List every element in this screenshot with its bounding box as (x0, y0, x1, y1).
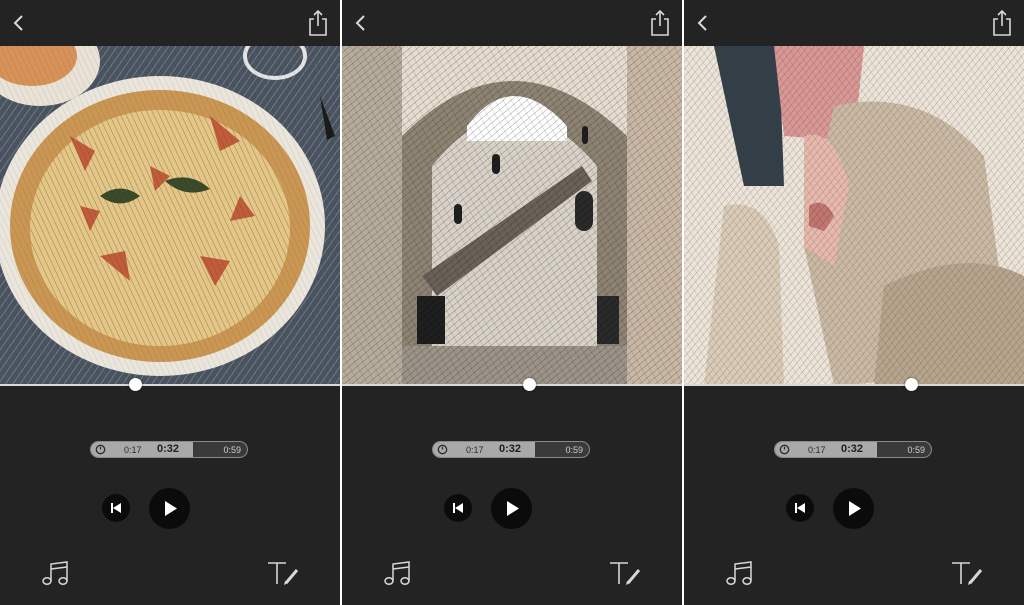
duration-max-label: 0:59 (223, 445, 241, 455)
play-icon (507, 501, 519, 516)
timer-icon (95, 444, 106, 455)
share-button[interactable] (306, 8, 330, 38)
duration-min-label: 0:17 (124, 445, 142, 455)
back-button[interactable] (8, 10, 30, 36)
text-edit-button[interactable] (608, 559, 644, 587)
text-edit-icon (952, 562, 983, 585)
timer-icon (779, 444, 790, 455)
duration-current-value: 0:32 (143, 442, 193, 457)
text-edit-button[interactable] (950, 559, 986, 587)
music-button[interactable] (382, 559, 414, 587)
timer-icon (437, 444, 448, 455)
share-icon (309, 9, 327, 36)
skip-to-start-icon (453, 503, 463, 513)
play-button[interactable] (833, 488, 874, 529)
text-edit-button[interactable] (266, 559, 302, 587)
editor-screen-archway: 0:17 0:32 0:59 (342, 0, 682, 605)
share-button[interactable] (990, 8, 1014, 38)
music-note-icon (384, 561, 410, 585)
duration-current-value: 0:32 (827, 442, 877, 457)
text-edit-icon (268, 562, 299, 585)
scrubber-track[interactable] (684, 384, 1024, 386)
play-icon (849, 501, 861, 516)
play-button[interactable] (491, 488, 532, 529)
skip-to-start-icon (795, 503, 805, 513)
scrubber-knob[interactable] (523, 378, 536, 391)
music-button[interactable] (40, 559, 72, 587)
back-button[interactable] (692, 10, 714, 36)
music-button[interactable] (724, 559, 756, 587)
chevron-left-icon (355, 15, 365, 31)
music-note-icon (726, 561, 752, 585)
chevron-left-icon (13, 15, 23, 31)
scrubber-knob[interactable] (905, 378, 918, 391)
text-edit-icon (610, 562, 641, 585)
top-bar (342, 0, 682, 46)
duration-slider[interactable]: 0:17 0:32 0:59 (774, 441, 932, 458)
chevron-left-icon (697, 15, 707, 31)
skip-to-start-button[interactable] (102, 494, 130, 522)
editor-screen-pizza: 0:17 0:32 0:59 (0, 0, 340, 605)
share-icon (651, 9, 669, 36)
scrubber-track[interactable] (0, 384, 340, 386)
skip-to-start-button[interactable] (444, 494, 472, 522)
duration-slider[interactable]: 0:17 0:32 0:59 (432, 441, 590, 458)
stylized-photo-archway (342, 46, 682, 385)
stylized-photo-pizza (0, 46, 340, 385)
scrubber-track[interactable] (342, 384, 682, 386)
play-button[interactable] (149, 488, 190, 529)
top-bar (684, 0, 1024, 46)
play-icon (165, 501, 177, 516)
music-note-icon (42, 561, 68, 585)
share-button[interactable] (648, 8, 672, 38)
skip-to-start-button[interactable] (786, 494, 814, 522)
scrubber-knob[interactable] (129, 378, 142, 391)
duration-current-value: 0:32 (485, 442, 535, 457)
stylized-photo-bearded-man (684, 46, 1024, 385)
duration-slider[interactable]: 0:17 0:32 0:59 (90, 441, 248, 458)
skip-to-start-icon (111, 503, 121, 513)
duration-min-label: 0:17 (808, 445, 826, 455)
duration-min-label: 0:17 (466, 445, 484, 455)
top-bar (0, 0, 340, 46)
duration-max-label: 0:59 (565, 445, 583, 455)
share-icon (993, 9, 1011, 36)
back-button[interactable] (350, 10, 372, 36)
duration-max-label: 0:59 (907, 445, 925, 455)
editor-screen-bearded-man: 0:17 0:32 0:59 (684, 0, 1024, 605)
